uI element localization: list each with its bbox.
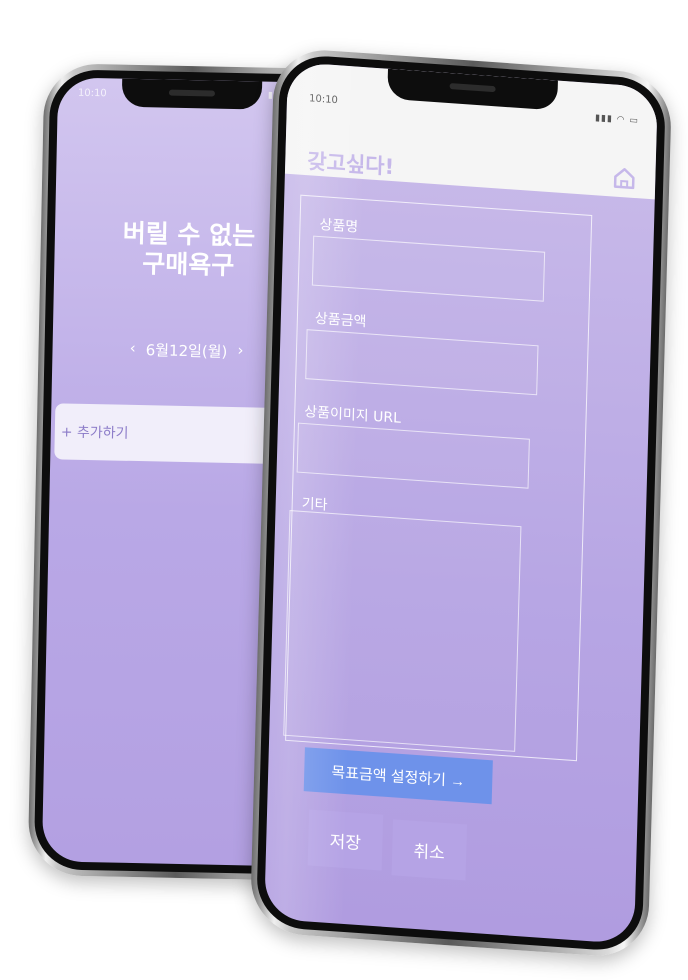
etc-textarea[interactable] [283,510,522,752]
speaker [168,89,215,97]
set-goal-amount-button[interactable]: 목표금액 설정하기 → [303,747,493,805]
date-label: 6월12일(월) [145,341,228,361]
status-time: 10:10 [77,87,107,100]
home-icon[interactable] [611,164,638,192]
status-time: 10:10 [308,93,339,107]
notch [121,78,263,110]
chevron-left-icon[interactable]: ‹ [129,339,136,360]
product-name-label: 상품명 [319,217,359,236]
right-screen: 10:10 ▮▮▮ ◠ ▭ 갖고싶다! 상품명 상품금액 상품이미지 URL 기… [264,61,658,945]
product-price-label: 상품금액 [314,310,367,331]
speaker [449,83,496,93]
add-item-label: + 추가하기 [60,424,129,442]
cancel-button[interactable]: 취소 [391,819,468,881]
phone-right: 10:10 ▮▮▮ ◠ ▭ 갖고싶다! 상품명 상품금액 상품이미지 URL 기… [249,46,673,960]
chevron-right-icon[interactable]: › [237,341,243,362]
add-item-button[interactable]: + 추가하기 [54,403,288,465]
app-title: 갖고싶다! [306,149,395,180]
save-button[interactable]: 저장 [307,809,384,871]
